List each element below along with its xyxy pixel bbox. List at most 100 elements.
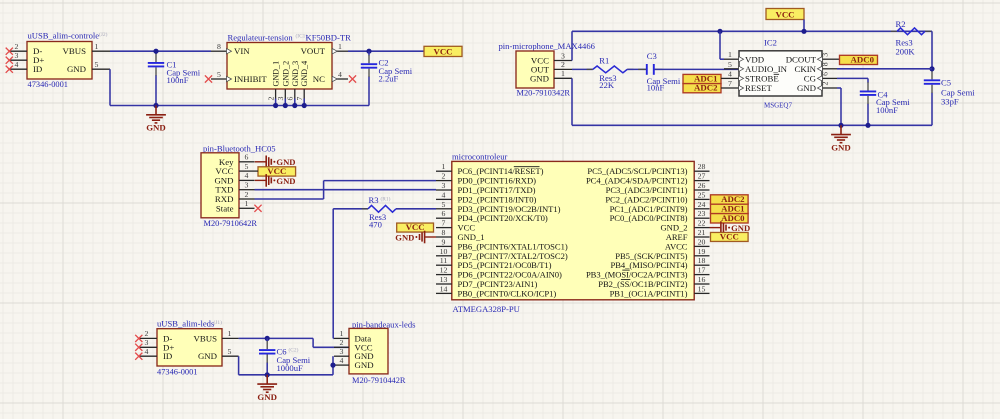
svg-text:100nF: 100nF <box>876 105 898 115</box>
svg-text:21: 21 <box>698 228 706 237</box>
svg-text:VIN: VIN <box>234 46 250 56</box>
svg-text:4: 4 <box>245 171 249 180</box>
svg-text:24: 24 <box>698 200 706 209</box>
svg-text:R3: R3 <box>369 195 379 205</box>
svg-text:7: 7 <box>728 79 732 88</box>
svg-text:VBUS: VBUS <box>194 333 218 343</box>
svg-text:1: 1 <box>95 42 99 51</box>
svg-text:PB1_(OC1A/PCINT1): PB1_(OC1A/PCINT1) <box>610 288 688 298</box>
svg-text:pin-microphone_MAX4466: pin-microphone_MAX4466 <box>499 41 596 51</box>
svg-text:10: 10 <box>440 247 448 256</box>
svg-text:M20-7910442R: M20-7910442R <box>352 376 406 385</box>
svg-text:VCC: VCC <box>267 166 286 176</box>
svg-text:1: 1 <box>442 162 446 171</box>
svg-text:RESET: RESET <box>745 83 773 93</box>
svg-text:VDD: VDD <box>745 54 764 64</box>
svg-text:2: 2 <box>821 82 830 86</box>
svg-text:20: 20 <box>698 237 706 246</box>
svg-text:GND: GND <box>355 360 374 370</box>
svg-text:4: 4 <box>338 70 342 79</box>
svg-text:uUSB_alim-leds: uUSB_alim-leds <box>157 319 215 329</box>
svg-text:GND: GND <box>395 232 414 242</box>
svg-text:4: 4 <box>15 60 19 69</box>
svg-text:C5: C5 <box>941 78 951 88</box>
svg-text:15: 15 <box>698 284 706 293</box>
svg-text:5: 5 <box>95 60 99 69</box>
svg-text:DCOUT: DCOUT <box>786 54 817 64</box>
svg-text:47346-0001: 47346-0001 <box>28 80 68 89</box>
svg-text:CG: CG <box>804 74 817 84</box>
svg-text:PB0_(PCINT0/CLKO/ICP1): PB0_(PCINT0/CLKO/ICP1) <box>458 288 557 298</box>
svg-text:5: 5 <box>228 347 232 356</box>
svg-text:1: 1 <box>728 50 732 59</box>
svg-text:17: 17 <box>698 266 706 275</box>
svg-text:ADC0: ADC0 <box>721 213 745 223</box>
svg-text:GND: GND <box>67 64 86 74</box>
svg-text:Regulateur-tension: Regulateur-tension <box>228 32 294 42</box>
svg-text:28: 28 <box>698 162 706 171</box>
svg-text:3: 3 <box>561 51 565 60</box>
svg-text:7: 7 <box>295 97 304 101</box>
svg-text:3: 3 <box>340 347 344 356</box>
svg-text:27: 27 <box>698 172 706 181</box>
svg-text:4: 4 <box>442 190 446 199</box>
svg-text:GND: GND <box>198 351 217 361</box>
svg-text:1000uF: 1000uF <box>277 363 303 373</box>
svg-text:1: 1 <box>245 199 249 208</box>
svg-text:2: 2 <box>145 329 149 338</box>
svg-text:2: 2 <box>561 60 565 69</box>
svg-text:(J1): (J1) <box>214 319 223 326</box>
svg-text:6: 6 <box>821 72 830 76</box>
svg-text:1: 1 <box>228 329 232 338</box>
svg-text:2: 2 <box>340 338 344 347</box>
svg-text:GND_2: GND_2 <box>281 61 290 87</box>
svg-text:1: 1 <box>340 329 344 338</box>
svg-text:13: 13 <box>440 275 448 284</box>
svg-text:GND_1: GND_1 <box>272 61 281 87</box>
svg-text:(J2): (J2) <box>99 31 108 38</box>
svg-text:14: 14 <box>440 284 448 293</box>
svg-text:6: 6 <box>286 97 295 101</box>
svg-text:ID: ID <box>163 351 172 361</box>
svg-text:10nF: 10nF <box>647 83 665 93</box>
svg-text:M20-7910342R: M20-7910342R <box>517 88 571 97</box>
svg-text:8: 8 <box>217 42 221 51</box>
svg-text:4: 4 <box>145 347 149 356</box>
svg-text:GND: GND <box>257 392 277 402</box>
svg-text:22: 22 <box>698 219 706 228</box>
svg-text:3: 3 <box>821 53 830 57</box>
svg-text:7: 7 <box>442 219 446 228</box>
svg-text:ADC0: ADC0 <box>851 54 875 64</box>
svg-text:2: 2 <box>15 42 19 51</box>
svg-text:GND: GND <box>831 142 851 152</box>
svg-text:5: 5 <box>245 162 249 171</box>
svg-text:4: 4 <box>728 69 732 78</box>
svg-text:2: 2 <box>245 190 249 199</box>
svg-text:1: 1 <box>338 42 342 51</box>
svg-text:pin-Bluetooth_HC05: pin-Bluetooth_HC05 <box>203 144 276 154</box>
svg-text:3: 3 <box>145 338 149 347</box>
svg-text:GND: GND <box>530 73 549 83</box>
svg-text:VCC: VCC <box>775 9 794 19</box>
svg-text:VBUS: VBUS <box>63 46 87 56</box>
svg-text:3: 3 <box>442 181 446 190</box>
svg-text:GND: GND <box>146 123 166 133</box>
svg-text:25: 25 <box>698 190 706 199</box>
svg-text:3: 3 <box>276 97 285 101</box>
svg-text:5: 5 <box>442 200 446 209</box>
svg-text:2: 2 <box>442 172 446 181</box>
svg-text:22K: 22K <box>599 80 615 90</box>
svg-text:KF50BD-TR: KF50BD-TR <box>306 32 352 42</box>
svg-text:C3: C3 <box>647 51 657 61</box>
svg-text:GND: GND <box>797 83 816 93</box>
svg-text:470: 470 <box>369 219 382 229</box>
svg-text:6: 6 <box>442 209 446 218</box>
svg-text:19: 19 <box>698 247 706 256</box>
svg-text:GND: GND <box>276 176 295 186</box>
svg-text:23: 23 <box>698 209 706 218</box>
svg-text:STROBE: STROBE <box>745 74 779 84</box>
svg-text:3: 3 <box>245 181 249 190</box>
svg-text:33pF: 33pF <box>941 96 959 106</box>
svg-text:uUSB_alim-controle: uUSB_alim-controle <box>28 31 100 41</box>
svg-text:5: 5 <box>217 70 221 79</box>
